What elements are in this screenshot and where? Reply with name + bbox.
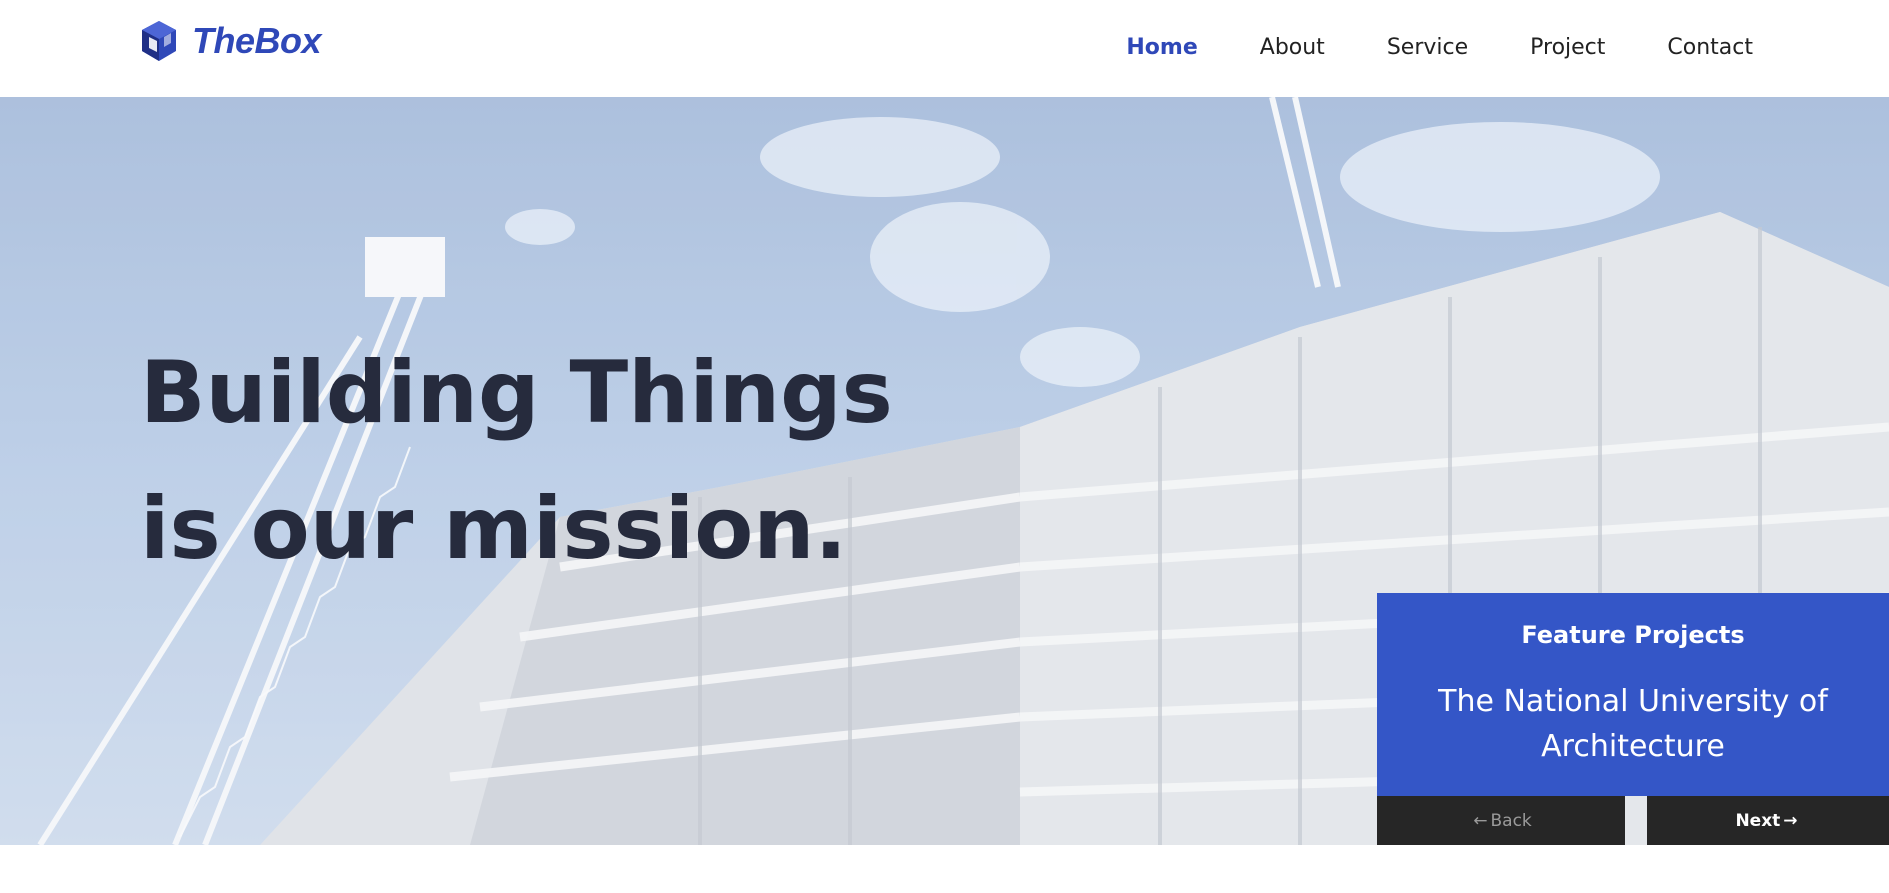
- brand-logo[interactable]: TheBox: [140, 18, 322, 64]
- feature-projects-card: Feature Projects The National University…: [1377, 593, 1889, 796]
- next-button-label: Next: [1735, 810, 1781, 831]
- hero-heading: Building Things is our mission.: [140, 325, 893, 597]
- cube-logo-icon: [142, 21, 176, 61]
- nav-project[interactable]: Project: [1530, 28, 1605, 68]
- arrow-left-icon: ←: [1473, 810, 1488, 831]
- site-header: TheBox Home About Service Project Contac…: [0, 0, 1889, 97]
- brand-name: TheBox: [192, 20, 322, 61]
- feature-heading: Feature Projects: [1521, 621, 1745, 649]
- back-button[interactable]: ← Back: [1377, 796, 1625, 845]
- hero-line-2: is our mission.: [140, 479, 848, 579]
- nav-about[interactable]: About: [1260, 28, 1325, 68]
- nav-home[interactable]: Home: [1126, 28, 1197, 68]
- hero-line-1: Building Things: [140, 343, 893, 443]
- nav-service[interactable]: Service: [1387, 28, 1468, 68]
- feature-project-name: The National University of Architecture: [1438, 684, 1828, 764]
- main-nav: Home About Service Project Contact: [1064, 28, 1753, 68]
- back-button-label: Back: [1490, 810, 1532, 831]
- nav-contact[interactable]: Contact: [1667, 28, 1753, 68]
- next-button[interactable]: Next →: [1647, 796, 1889, 845]
- arrow-right-icon: →: [1783, 810, 1798, 831]
